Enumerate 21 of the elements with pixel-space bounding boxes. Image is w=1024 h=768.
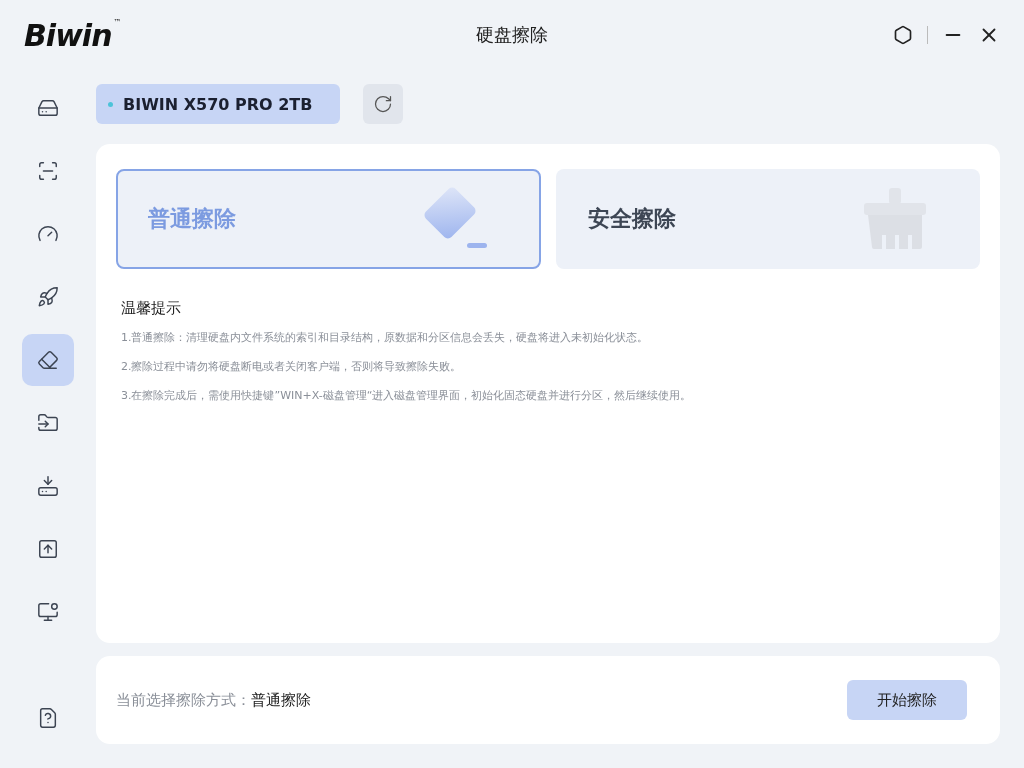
tip-text: 1.普通擦除：清理硬盘内文件系统的索引和目录结构，原数据和分区信息会丢失，硬盘将进入未初始化状态。	[121, 330, 650, 345]
refresh-button[interactable]	[363, 84, 404, 124]
mode-label: 当前选择擦除方式：	[116, 690, 251, 710]
refresh-icon	[373, 94, 394, 114]
logo: Biwin	[24, 17, 112, 53]
start-button[interactable]: 开始擦除	[847, 680, 967, 720]
rocket-icon	[37, 286, 59, 308]
sidebar-item[interactable]	[22, 334, 74, 386]
folder-arrow-icon	[37, 412, 59, 434]
erase-mode-card[interactable]: 安全擦除	[555, 169, 980, 269]
trademark: ™	[113, 17, 122, 27]
tips-title: 温馨提示	[121, 299, 182, 318]
eraser-icon	[37, 349, 59, 371]
window-title: 硬盘擦除	[475, 23, 549, 47]
device-selector[interactable]: BIWIN X570 PRO 2TB	[96, 84, 341, 124]
mode-value: 普通擦除	[251, 690, 311, 710]
tip-text: 2.擦除过程中请勿将硬盘断电或者关闭客户端，否则将导致擦除失败。	[121, 359, 463, 374]
help-icon	[37, 707, 59, 729]
tip-text: 3.在擦除完成后，需使用快捷键”WIN+X-磁盘管理“进入磁盘管理界面，初始化固态硬盘并进行分区，然后继续使用。	[121, 388, 693, 403]
drive-icon	[37, 97, 59, 119]
settings-icon[interactable]	[893, 25, 913, 45]
